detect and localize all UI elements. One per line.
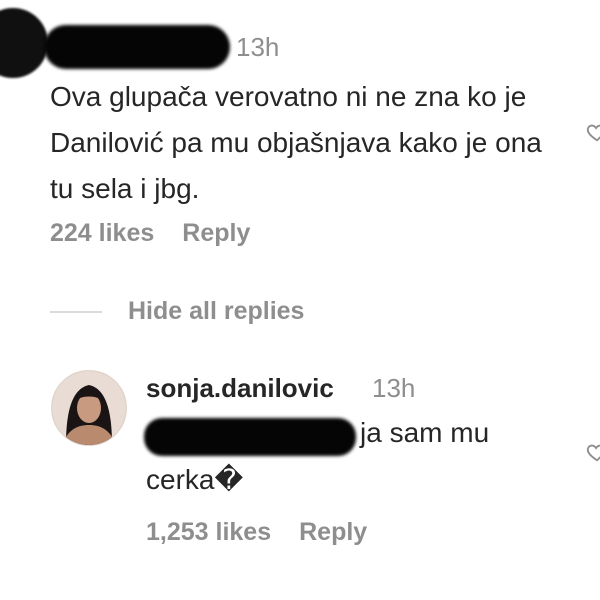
comments-thread: 13h Ova glupača verovatno ni ne zna ko j… (0, 0, 600, 600)
commenter-avatar[interactable] (0, 8, 48, 78)
heart-icon[interactable] (586, 441, 600, 463)
reply-actions: 1,253 likes Reply (146, 518, 367, 547)
comment-text: Ova glupača verovatno ni ne zna ko je Da… (50, 81, 542, 204)
reply-button[interactable]: Reply (182, 219, 250, 248)
comment-timestamp[interactable]: 13h (236, 32, 279, 63)
reply-timestamp[interactable]: 13h (372, 373, 415, 404)
reply-likes-count[interactable]: 1,253 likes (146, 518, 271, 547)
redacted-mention (144, 418, 356, 456)
hide-replies-label[interactable]: Hide all replies (128, 297, 304, 326)
profile-photo-icon (52, 371, 126, 445)
reply-text-line1: ja sam mu (360, 417, 490, 448)
comment-actions: 224 likes Reply (50, 219, 250, 248)
redacted-username (44, 25, 230, 69)
reply-avatar[interactable] (51, 370, 127, 446)
replies-divider (50, 310, 102, 313)
reply-reply-button[interactable]: Reply (299, 518, 367, 547)
hide-replies-toggle[interactable]: Hide all replies (50, 297, 304, 326)
reply-username[interactable]: sonja.danilovic (146, 373, 334, 404)
likes-count[interactable]: 224 likes (50, 219, 154, 248)
heart-icon[interactable] (586, 121, 600, 143)
reply-text-line2: cerka� (146, 464, 244, 495)
